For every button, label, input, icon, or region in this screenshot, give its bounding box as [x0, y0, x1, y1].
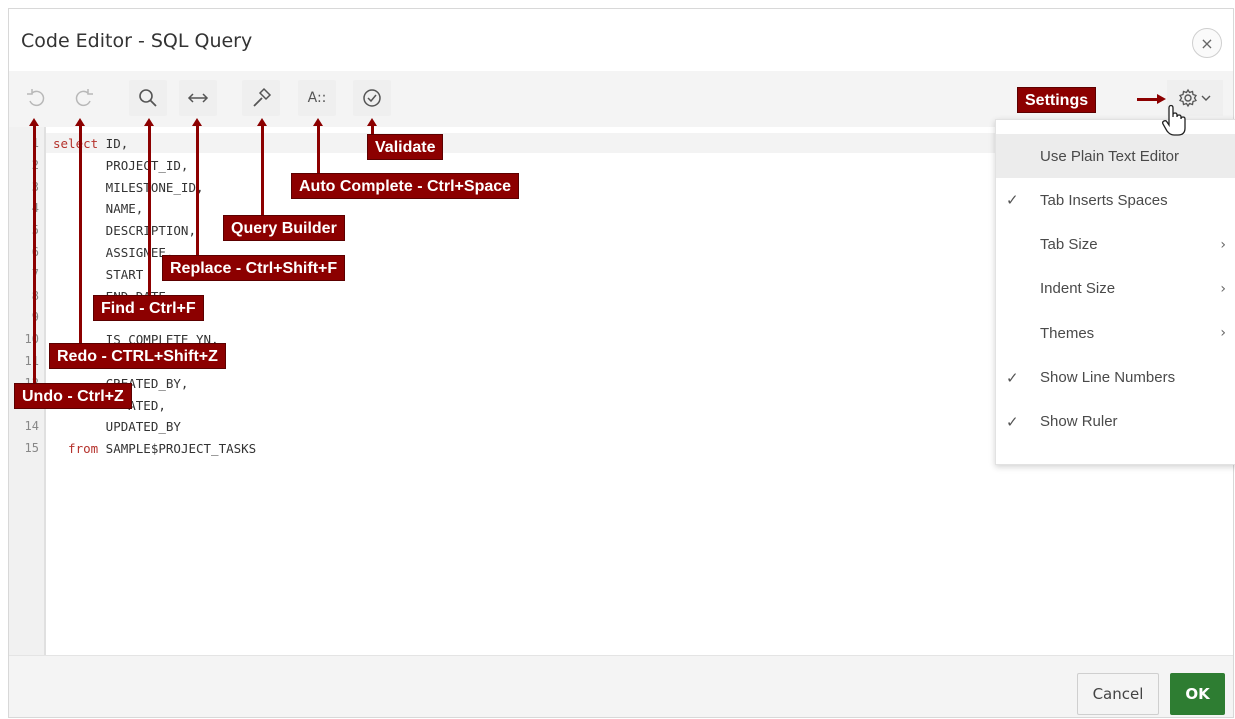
code-line: 7 START	[9, 264, 989, 285]
close-button[interactable]: ×	[1192, 28, 1222, 58]
cancel-button[interactable]: Cancel	[1077, 673, 1159, 715]
close-icon: ×	[1200, 33, 1214, 53]
dialog-title: Code Editor - SQL Query	[21, 30, 253, 52]
callout-settings-line	[1137, 98, 1159, 101]
settings-menu-item[interactable]: ✓ Tab Inserts Spaces	[996, 178, 1235, 222]
code-text: from SAMPLE$PROJECT_TASKS	[53, 438, 256, 459]
callout-undo: Undo - Ctrl+Z	[14, 383, 132, 409]
callout-autocomplete-arrow	[313, 118, 323, 126]
callout-settings: Settings	[1017, 87, 1097, 113]
code-text: START	[53, 264, 144, 285]
callout-find-arrow	[144, 118, 154, 126]
sql-keyword: from	[53, 441, 99, 457]
autocomplete-icon: A::	[307, 90, 327, 106]
autocomplete-button[interactable]: A::	[298, 80, 336, 116]
code-text: DESCRIPTION,	[53, 220, 196, 241]
settings-menu-item-label: Show Ruler	[1040, 413, 1118, 431]
search-icon	[139, 89, 157, 107]
line-number: 14	[24, 419, 39, 434]
callout-query-builder-arrow	[257, 118, 267, 126]
check-circle-icon	[363, 89, 381, 107]
code-text: PROJECT_ID,	[53, 155, 189, 176]
replace-icon	[187, 93, 209, 103]
undo-button[interactable]	[17, 80, 55, 116]
check-icon: ✓	[1006, 191, 1019, 210]
chevron-right-icon: ›	[1220, 325, 1226, 342]
callout-replace-arrow	[192, 118, 202, 126]
callout-autocomplete-line	[317, 124, 320, 174]
code-line: 15 from SAMPLE$PROJECT_TASKS	[9, 438, 989, 459]
redo-button[interactable]	[65, 80, 103, 116]
code-content: ID,	[98, 136, 129, 151]
callout-replace-line	[196, 124, 199, 256]
ok-button[interactable]: OK	[1170, 673, 1225, 715]
code-content: SAMPLE$PROJECT_TASKS	[98, 441, 257, 457]
settings-menu-item[interactable]: ✓ Show Ruler	[996, 400, 1235, 444]
code-line: 12 CREATED_BY,	[9, 373, 989, 394]
code-line: 13 ATED,	[9, 395, 989, 416]
code-line: 1select ID,	[9, 133, 989, 154]
callout-replace: Replace - Ctrl+Shift+F	[162, 255, 346, 281]
code-content: MILESTONE_ID,	[53, 179, 204, 195]
callout-find: Find - Ctrl+F	[93, 295, 204, 321]
settings-menu-item[interactable]: Use Plain Text Editor	[996, 134, 1235, 178]
callout-redo-arrow	[75, 118, 85, 126]
callout-find-line	[148, 124, 151, 296]
settings-menu-item-label: Show Line Numbers	[1040, 369, 1176, 386]
settings-menu-item-label: Themes	[1040, 324, 1095, 342]
callout-undo-line	[33, 124, 36, 384]
callout-settings-arrow	[1157, 94, 1166, 104]
callout-redo-line	[79, 124, 82, 344]
callout-query-builder-line	[261, 124, 264, 216]
sql-keyword: select	[53, 136, 99, 151]
check-icon: ✓	[1006, 412, 1019, 431]
redo-icon	[75, 89, 93, 107]
code-text: MILESTONE_ID,	[53, 177, 204, 198]
code-content: START	[53, 266, 144, 282]
query-builder-button[interactable]	[242, 80, 280, 116]
callout-query-builder: Query Builder	[223, 215, 345, 241]
code-text: select ID,	[53, 133, 128, 154]
hammer-icon	[253, 87, 272, 107]
settings-menu: Use Plain Text Editor ✓ Tab Inserts Spaces…	[995, 119, 1235, 465]
code-line: 4 NAME,	[9, 198, 989, 219]
settings-menu-item[interactable]: Indent Size ›	[996, 267, 1235, 311]
find-button[interactable]	[129, 80, 167, 116]
settings-menu-item-label: Tab Inserts Spaces	[1040, 191, 1168, 209]
settings-menu-item[interactable]: Themes ›	[996, 311, 1235, 355]
code-text: UPDATED_BY	[53, 416, 181, 437]
settings-menu-item[interactable]: Tab Size ›	[996, 223, 1235, 267]
code-line: 5 DESCRIPTION,	[9, 220, 989, 241]
callout-undo-arrow	[29, 118, 39, 126]
dialog-titlebar: Code Editor - SQL Query ×	[9, 9, 1233, 72]
callout-validate: Validate	[367, 134, 444, 160]
settings-menu-item-label: Indent Size	[1040, 280, 1116, 298]
settings-menu-item[interactable]: ✓ Show Line Numbers	[996, 356, 1235, 400]
code-line: 14 UPDATED_BY	[9, 416, 989, 437]
code-text: ASSIGNEE,	[53, 242, 174, 263]
chevron-right-icon: ›	[1220, 236, 1226, 253]
code-line: 6 ASSIGNEE,	[9, 242, 989, 263]
chevron-right-icon: ›	[1220, 280, 1226, 297]
settings-menu-item-label: Tab Size	[1040, 236, 1098, 254]
hand-cursor-icon	[1162, 104, 1186, 136]
line-number: 15	[24, 441, 39, 456]
code-content: UPDATED_BY	[53, 419, 181, 435]
code-content: DESCRIPTION,	[53, 223, 196, 239]
code-text: NAME,	[53, 198, 144, 219]
settings-menu-item-label: Use Plain Text Editor	[1040, 147, 1179, 165]
code-content: PROJECT_ID,	[53, 157, 189, 173]
callout-redo: Redo - CTRL+Shift+Z	[49, 343, 226, 369]
callout-autocomplete: Auto Complete - Ctrl+Space	[291, 173, 520, 199]
code-content: NAME,	[53, 201, 144, 217]
chevron-down-icon	[1201, 95, 1211, 101]
check-icon: ✓	[1006, 368, 1019, 387]
code-content: ASSIGNEE,	[53, 245, 174, 260]
callout-validate-arrow	[367, 118, 377, 126]
replace-button[interactable]	[179, 80, 217, 116]
dialog-footer: Cancel OK	[9, 655, 1233, 717]
undo-icon	[27, 89, 45, 107]
validate-button[interactable]	[353, 80, 391, 116]
